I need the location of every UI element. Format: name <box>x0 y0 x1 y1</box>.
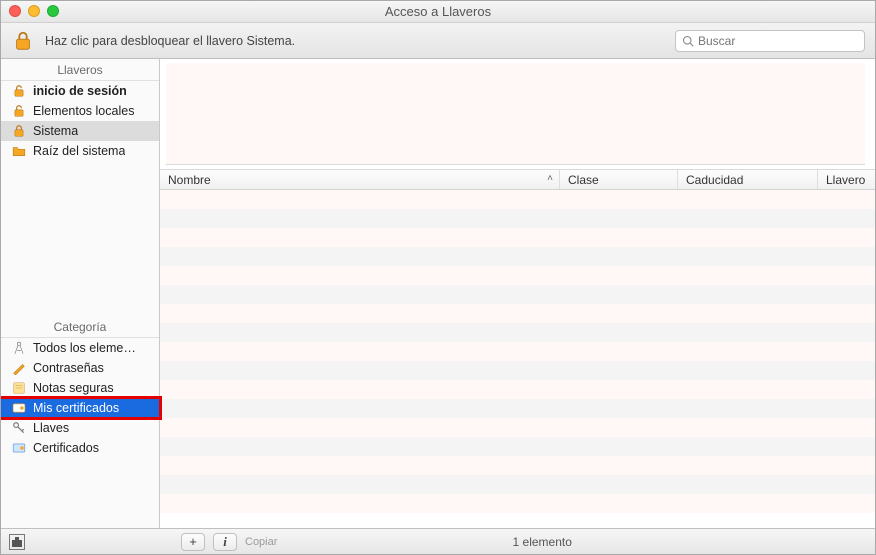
category-label: Certificados <box>33 441 99 455</box>
table-row[interactable] <box>160 285 875 304</box>
detail-pane <box>166 63 865 165</box>
category-label: Llaves <box>33 421 69 435</box>
column-header-llavero[interactable]: Llavero <box>818 170 875 189</box>
category-item-passwords[interactable]: Contraseñas <box>1 358 159 378</box>
key-pencil-icon <box>11 360 27 376</box>
table-row[interactable] <box>160 228 875 247</box>
add-button[interactable]: + <box>181 533 205 551</box>
lock-icon[interactable] <box>11 29 35 53</box>
unlock-hint: Haz clic para desbloquear el llavero Sis… <box>45 34 295 48</box>
category-item-my-certs[interactable]: Mis certificados <box>1 398 159 418</box>
table-row[interactable] <box>160 437 875 456</box>
keychain-item-systemroot[interactable]: Raíz del sistema <box>1 141 159 161</box>
table-row[interactable] <box>160 266 875 285</box>
table-row[interactable] <box>160 361 875 380</box>
column-header-clase[interactable]: Clase <box>560 170 678 189</box>
column-header-caducidad[interactable]: Caducidad <box>678 170 818 189</box>
table-row[interactable] <box>160 247 875 266</box>
table-row[interactable] <box>160 209 875 228</box>
table-row[interactable] <box>160 475 875 494</box>
copy-button[interactable]: Copiar <box>245 536 277 548</box>
body: Llaveros inicio de sesión Elementos loca… <box>1 59 875 528</box>
table-row[interactable] <box>160 456 875 475</box>
table-row[interactable] <box>160 323 875 342</box>
close-window-button[interactable] <box>9 5 21 17</box>
folder-icon <box>11 143 27 159</box>
sidebar: Llaveros inicio de sesión Elementos loca… <box>1 59 160 528</box>
compass-icon <box>11 340 27 356</box>
table-header: Nombre Clase Caducidad Llavero <box>160 170 875 190</box>
column-header-nombre[interactable]: Nombre <box>160 170 560 189</box>
category-item-notes[interactable]: Notas seguras <box>1 378 159 398</box>
table-row[interactable] <box>160 190 875 209</box>
table-row[interactable] <box>160 418 875 437</box>
category-item-certs[interactable]: Certificados <box>1 438 159 458</box>
window-title: Acceso a Llaveros <box>385 4 491 19</box>
search-field[interactable] <box>675 30 865 52</box>
minimize-window-button[interactable] <box>28 5 40 17</box>
key-icon <box>11 420 27 436</box>
category-item-keys[interactable]: Llaves <box>1 418 159 438</box>
keychain-label: Sistema <box>33 124 78 138</box>
search-icon <box>682 35 694 47</box>
keychain-item-local[interactable]: Elementos locales <box>1 101 159 121</box>
table-body[interactable] <box>160 190 875 528</box>
titlebar: Acceso a Llaveros <box>1 1 875 23</box>
unlock-icon <box>11 83 27 99</box>
sidebar-header-category: Categoría <box>1 316 159 338</box>
category-label: Mis certificados <box>33 401 119 415</box>
info-button[interactable]: i <box>213 533 237 551</box>
status-text: 1 elemento <box>285 535 799 549</box>
table-row[interactable] <box>160 342 875 361</box>
sidebar-header-keychains: Llaveros <box>1 59 159 81</box>
category-label: Notas seguras <box>33 381 114 395</box>
table-row[interactable] <box>160 494 875 513</box>
main-pane: Nombre Clase Caducidad Llavero <box>160 59 875 528</box>
keychain-label: Elementos locales <box>33 104 134 118</box>
search-input[interactable] <box>698 34 858 48</box>
window-controls <box>9 5 59 17</box>
preview-toggle-icon[interactable] <box>9 534 25 550</box>
table-row[interactable] <box>160 399 875 418</box>
keychain-label: inicio de sesión <box>33 84 127 98</box>
zoom-window-button[interactable] <box>47 5 59 17</box>
keychain-access-window: Acceso a Llaveros Haz clic para desbloqu… <box>0 0 876 555</box>
unlock-icon <box>11 103 27 119</box>
keychains-list: inicio de sesión Elementos locales Siste… <box>1 81 159 161</box>
category-item-all[interactable]: Todos los eleme… <box>1 338 159 358</box>
keychain-item-system[interactable]: Sistema <box>1 121 159 141</box>
keychain-item-login[interactable]: inicio de sesión <box>1 81 159 101</box>
lock-icon <box>11 123 27 139</box>
category-label: Todos los eleme… <box>33 341 136 355</box>
table-row[interactable] <box>160 380 875 399</box>
keychain-label: Raíz del sistema <box>33 144 125 158</box>
items-table: Nombre Clase Caducidad Llavero <box>160 169 875 528</box>
toolbar: Haz clic para desbloquear el llavero Sis… <box>1 23 875 59</box>
category-label: Contraseñas <box>33 361 104 375</box>
cert-icon <box>11 440 27 456</box>
cert-icon <box>11 400 27 416</box>
category-list: Todos los eleme… Contraseñas Notas segur… <box>1 338 159 528</box>
note-icon <box>11 380 27 396</box>
footer: + i Copiar 1 elemento <box>1 528 875 554</box>
table-row[interactable] <box>160 304 875 323</box>
